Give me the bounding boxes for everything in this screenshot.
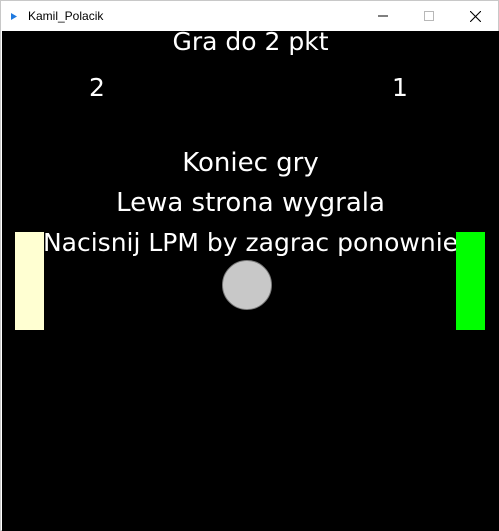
window-controls [360,1,498,31]
game-canvas[interactable]: Gra do 2 pkt 2 1 Koniec gry Lewa strona … [2,31,499,531]
score-right: 1 [392,73,408,102]
ball [222,260,272,310]
app-window: Kamil_Polacik Gra do 2 pkt 2 1 Koniec gr… [0,0,499,531]
right-paddle [456,232,485,330]
left-paddle [15,232,44,330]
minimize-button[interactable] [360,1,406,31]
game-header: Gra do 2 pkt [172,31,329,56]
title-bar[interactable]: Kamil_Polacik [1,1,498,31]
close-icon [469,10,481,22]
window-title: Kamil_Polacik [28,9,104,23]
game-over-message: Koniec gry [182,148,319,178]
score-left: 2 [89,73,105,102]
close-button[interactable] [452,1,498,31]
maximize-icon [424,11,434,21]
minimize-icon [378,15,388,17]
maximize-button[interactable] [406,1,452,31]
app-icon [10,12,18,20]
winner-message: Lewa strona wygrala [116,188,385,218]
restart-prompt: Nacisnij LPM by zagrac ponownie [42,228,459,257]
